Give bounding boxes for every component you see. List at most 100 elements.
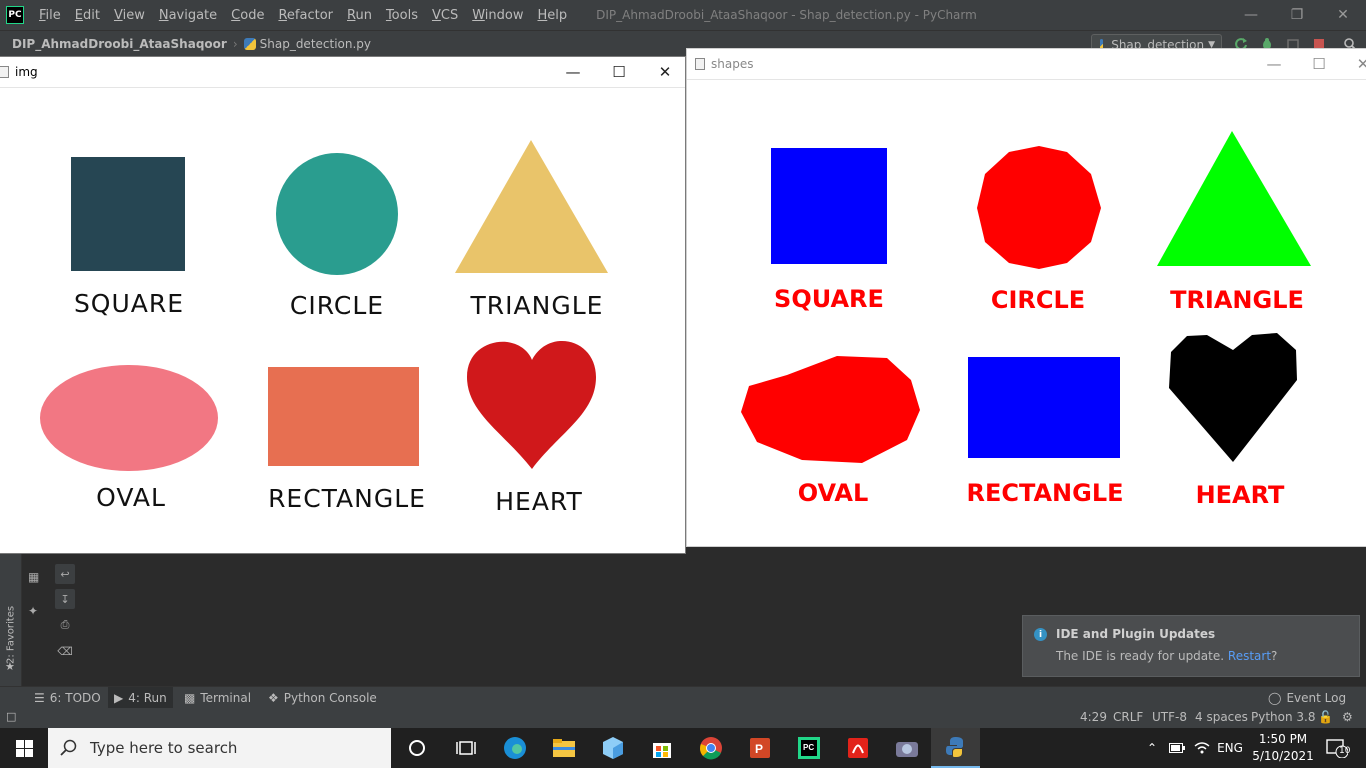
detected-oval	[741, 356, 920, 463]
clock-date: 5/10/2021	[1252, 749, 1314, 763]
menu-help[interactable]: Help	[531, 8, 575, 23]
detected-heart	[1169, 333, 1297, 462]
menu-edit[interactable]: Edit	[68, 8, 107, 23]
start-button[interactable]	[0, 728, 48, 768]
detected-rectangle	[968, 357, 1120, 458]
clock[interactable]: 1:50 PM 5/10/2021	[1250, 728, 1316, 768]
img-close-button[interactable]: ✕	[642, 57, 688, 87]
file-encoding[interactable]: UTF-8	[1152, 710, 1187, 724]
restart-link[interactable]: Restart	[1228, 649, 1271, 663]
heart-label: HEART	[495, 487, 583, 516]
scroll-to-end-icon[interactable]: ↧	[55, 589, 75, 609]
print-icon[interactable]: ⎙	[55, 615, 75, 635]
menu-tools[interactable]: Tools	[379, 8, 425, 23]
tab-python-console[interactable]: ❖ Python Console	[262, 687, 383, 709]
tab-run[interactable]: ▶ 4: Run	[108, 687, 173, 709]
status-bar: □ 4:29 CRLF UTF-8 4 spaces Python 3.8 🔓 …	[0, 708, 1366, 728]
wifi-icon[interactable]	[1191, 728, 1213, 768]
menu-run[interactable]: Run	[340, 8, 379, 23]
run-icon: ▶	[114, 691, 124, 705]
menu-navigate[interactable]: Navigate	[152, 8, 224, 23]
circle-label: CIRCLE	[289, 291, 385, 320]
shapes-minimize-button[interactable]: —	[1251, 49, 1297, 79]
img-window-titlebar[interactable]: img — ☐ ✕	[0, 57, 685, 88]
detected-oval-label: OVAL	[797, 479, 869, 507]
soft-wrap-icon[interactable]: ↩	[55, 564, 75, 584]
breadcrumb-project[interactable]: DIP_AhmadDroobi_AtaaShaqoor	[12, 37, 227, 51]
minimize-button[interactable]: —	[1228, 0, 1274, 30]
triangle-label: TRIANGLE	[470, 291, 604, 320]
shapes-maximize-button[interactable]: ☐	[1296, 49, 1342, 79]
pycharm-taskbar-icon[interactable]: PC	[784, 728, 833, 768]
detected-square-label: SQUARE	[774, 285, 884, 313]
circle-shape	[276, 153, 398, 275]
search-placeholder: Type here to search	[90, 739, 238, 757]
file-explorer-icon[interactable]	[539, 728, 588, 768]
camera-icon[interactable]	[882, 728, 931, 768]
pin-icon[interactable]: ✦	[28, 604, 44, 620]
restore-button[interactable]: ❐	[1274, 0, 1320, 30]
clock-time: 1:50 PM	[1258, 732, 1308, 746]
menu-view[interactable]: View	[107, 8, 152, 23]
python-file-icon	[243, 38, 256, 50]
menu-code[interactable]: Code	[224, 8, 271, 23]
language-indicator[interactable]: ENG	[1215, 728, 1245, 768]
detected-triangle	[1157, 131, 1311, 266]
taskbar-search[interactable]: Type here to search	[48, 728, 391, 768]
img-minimize-button[interactable]: —	[550, 57, 596, 87]
menu-file[interactable]: File	[32, 8, 68, 23]
tab-todo[interactable]: ☰ 6: TODO	[28, 687, 107, 709]
star-icon: ★	[5, 660, 15, 673]
notification-count: 10	[1339, 746, 1351, 756]
windows-taskbar: Type here to search P PC ⌃ ENG 1:50 PM 5…	[0, 728, 1366, 768]
event-log-icon: ◯	[1268, 691, 1282, 705]
update-notification: i IDE and Plugin Updates The IDE is read…	[1022, 615, 1360, 677]
oval-label: OVAL	[96, 483, 166, 512]
pycharm-logo-icon: PC	[6, 6, 24, 24]
caret-position[interactable]: 4:29	[1080, 710, 1107, 724]
oval-shape	[40, 365, 218, 471]
shapes-window-titlebar[interactable]: shapes — ☐ ✕	[687, 49, 1366, 80]
python-console-icon: ❖	[268, 691, 279, 705]
task-view-button[interactable]	[441, 728, 490, 768]
terminal-icon: ▩	[184, 691, 196, 705]
notification-title: IDE and Plugin Updates	[1056, 627, 1216, 641]
action-center-button[interactable]: 10	[1320, 728, 1354, 768]
powerpoint-icon[interactable]: P	[735, 728, 784, 768]
indent-setting[interactable]: 4 spaces	[1195, 710, 1248, 724]
menu-bar: PC File Edit View Navigate Code Refactor…	[0, 0, 1366, 30]
lock-icon[interactable]: 🔓	[1318, 710, 1333, 724]
menu-refactor[interactable]: Refactor	[271, 8, 340, 23]
edge-icon[interactable]	[490, 728, 539, 768]
tool-window-bar: ☰ 6: TODO ▶ 4: Run ▩ Terminal ❖ Python Conso…	[0, 686, 1366, 709]
close-button[interactable]: ✕	[1320, 0, 1366, 30]
img-maximize-button[interactable]: ☐	[596, 57, 642, 87]
tab-terminal[interactable]: ▩ Terminal	[178, 687, 257, 709]
breadcrumb-file[interactable]: Shap_detection.py	[260, 37, 371, 51]
inspector-icon[interactable]: ⚙	[1342, 710, 1353, 724]
line-separator[interactable]: CRLF	[1113, 710, 1143, 724]
triangle-shape	[455, 140, 608, 273]
toggle-tool-windows-icon[interactable]: □	[6, 710, 16, 723]
notification-body: The IDE is ready for update. Restart?	[1056, 649, 1278, 663]
battery-icon[interactable]	[1166, 728, 1188, 768]
show-hidden-icons[interactable]: ⌃	[1143, 728, 1161, 768]
window-app-icon	[695, 58, 705, 70]
menu-window[interactable]: Window	[465, 8, 530, 23]
3d-viewer-icon[interactable]	[588, 728, 637, 768]
search-icon	[60, 739, 77, 756]
trash-icon[interactable]: ⌫	[55, 641, 75, 661]
layout-icon[interactable]: ▦	[28, 570, 44, 586]
python-interpreter[interactable]: Python 3.8	[1251, 710, 1316, 724]
event-log-button[interactable]: ◯ Event Log	[1262, 687, 1352, 709]
list-icon: ☰	[34, 691, 45, 705]
shapes-close-button[interactable]: ✕	[1340, 49, 1366, 79]
cortana-button[interactable]	[392, 728, 441, 768]
acrobat-icon[interactable]	[833, 728, 882, 768]
chrome-icon[interactable]	[686, 728, 735, 768]
store-icon[interactable]	[637, 728, 686, 768]
menu-vcs[interactable]: VCS	[425, 8, 465, 23]
info-icon: i	[1034, 628, 1047, 641]
img-window: img — ☐ ✕ SQUARE CIRCLE TRIANGLE OVAL RE…	[0, 56, 686, 554]
python-taskbar-icon[interactable]	[931, 728, 980, 768]
